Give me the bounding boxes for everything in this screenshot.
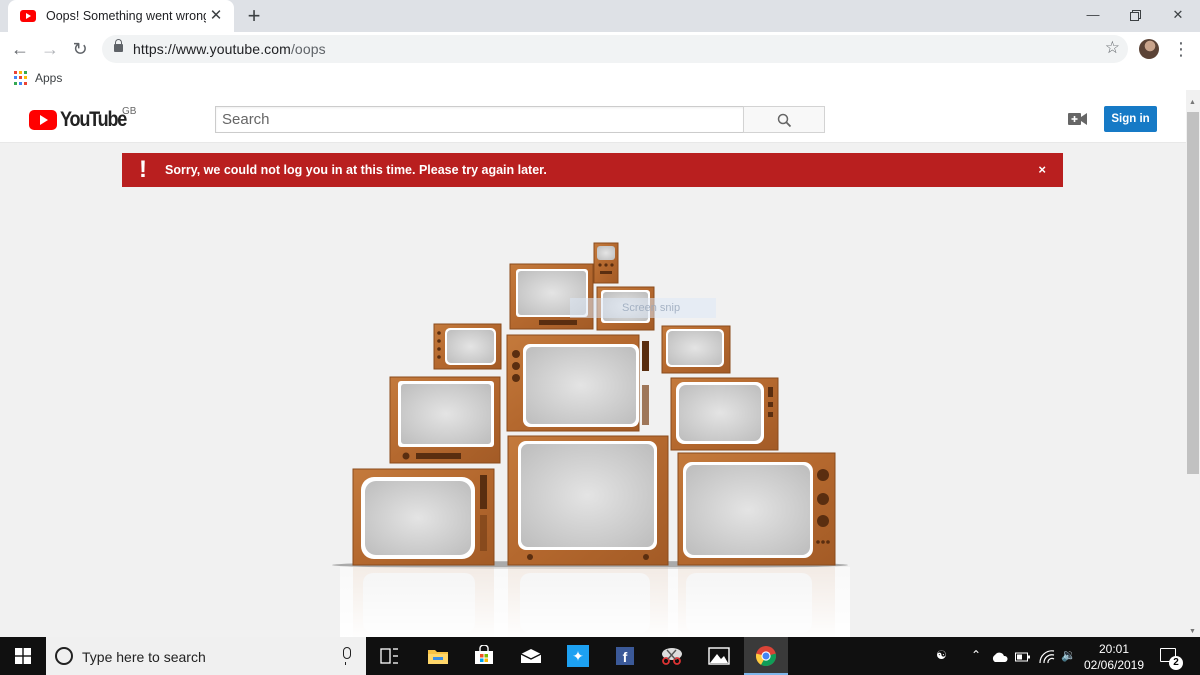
back-arrow-icon[interactable]: ← [8,37,32,61]
apps-bookmark[interactable]: Apps [35,71,62,85]
facebook-button[interactable]: f [603,637,647,675]
stacked-tvs-illustration [332,242,850,637]
lock-icon [114,39,123,52]
youtube-play-icon [29,110,57,130]
mail-button[interactable] [509,637,553,675]
youtube-wordmark: YouTube [60,108,127,131]
url-host: https://www.youtube.com [133,41,291,57]
taskbar-search-placeholder: Type here to search [82,649,206,665]
windows-taskbar: Type here to search ✦ f ☯ ⌃ 🔉 20:01 02/0… [0,637,1200,675]
window-close-button[interactable]: ✕ [1158,0,1198,30]
error-alert: ! Sorry, we could not log you in at this… [122,153,1063,187]
wifi-icon[interactable] [1039,650,1055,664]
chrome-icon [755,646,777,667]
bookmark-star-icon[interactable]: ☆ [1105,38,1120,58]
clock-date: 02/06/2019 [1083,658,1145,672]
twitter-bird-icon: ✦ [567,645,589,667]
scroll-down-icon[interactable]: ▼ [1189,628,1196,635]
new-tab-button[interactable]: + [244,5,264,27]
sign-in-button[interactable]: Sign in [1104,106,1157,132]
youtube-favicon-icon [20,10,36,22]
search-icon [777,113,792,128]
start-button[interactable] [0,637,46,675]
show-hidden-icons-chevron-icon[interactable]: ⌃ [971,648,981,662]
task-view-icon [380,648,398,664]
url-text[interactable]: https://www.youtube.com/oops [133,41,326,57]
photos-button[interactable] [697,637,741,675]
exclamation-icon: ! [139,156,147,183]
browser-toolbar: ← → ↻ https://www.youtube.com/oops ☆ [0,32,1200,66]
microsoft-store-button[interactable] [462,637,506,675]
people-icon[interactable]: ☯ [936,648,947,662]
twitter-button[interactable]: ✦ [556,637,600,675]
notification-count-badge: 2 [1169,656,1183,670]
upload-video-icon[interactable] [1068,112,1088,126]
profile-avatar[interactable] [1139,39,1159,59]
file-explorer-button[interactable] [416,637,460,675]
windows-logo-icon [15,648,31,664]
battery-icon[interactable] [1015,652,1031,662]
chrome-taskbar-button[interactable] [744,637,788,675]
browser-tab-active[interactable]: Oops! Something went wrong. - ✕ [8,0,234,32]
snipping-tool-button[interactable] [650,637,694,675]
bookmarks-bar: Apps [0,66,1200,90]
reload-icon[interactable]: ↻ [68,37,92,61]
onedrive-cloud-icon[interactable] [991,651,1009,663]
scrollbar-thumb[interactable] [1187,112,1199,474]
alert-close-button[interactable]: × [1038,162,1046,177]
photos-icon [708,647,730,665]
address-bar[interactable]: https://www.youtube.com/oops ☆ [102,35,1128,63]
youtube-logo[interactable]: YouTube [29,108,137,132]
system-clock[interactable]: 20:01 02/06/2019 [1082,641,1146,673]
chrome-menu-icon[interactable]: ⋮ [1172,38,1190,60]
forward-arrow-icon[interactable]: → [38,37,62,61]
store-bag-icon [475,645,493,664]
folder-icon [428,650,448,664]
task-view-button[interactable] [368,637,412,675]
volume-icon[interactable]: 🔉 [1061,648,1076,662]
search-input[interactable] [215,106,744,133]
region-code: GB [122,106,137,117]
alert-message: Sorry, we could not log you in at this t… [165,163,547,177]
facebook-icon: f [616,647,634,665]
clock-time: 20:01 [1098,642,1130,656]
url-path: /oops [290,41,326,57]
browser-titlebar: Oops! Something went wrong. - ✕ + — ✕ [0,0,1200,32]
taskbar-search-box[interactable]: Type here to search [46,637,366,675]
tab-close-icon[interactable]: ✕ [208,8,224,24]
youtube-masthead: YouTube GB Sign in [0,90,1186,143]
cortana-icon [55,647,73,665]
restore-button[interactable] [1115,0,1155,30]
minimize-button[interactable]: — [1073,0,1113,30]
microphone-icon[interactable] [343,647,351,665]
scissors-icon [662,648,682,665]
tab-title: Oops! Something went wrong. - [46,9,206,23]
page-scrollbar[interactable]: ▲ ▼ [1186,96,1200,637]
search-button[interactable] [743,106,825,133]
screen-snip-overlay: Screen snip [570,298,716,318]
scroll-up-icon[interactable]: ▲ [1189,99,1196,106]
apps-grid-icon[interactable] [14,71,28,85]
mail-icon [520,649,542,663]
